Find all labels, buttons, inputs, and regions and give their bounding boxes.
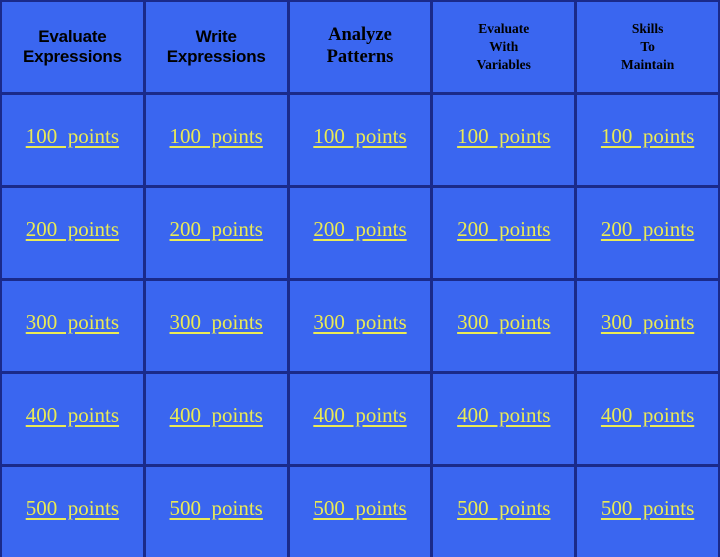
board-cell-c3-r1[interactable]: 100 points [289, 95, 431, 185]
jeopardy-board: Evaluate Expressions Write Expressions A… [0, 0, 720, 557]
point-link[interactable]: 200 points [313, 217, 406, 242]
board-cell-c5-r4[interactable]: 400 points [577, 374, 718, 464]
board-cell-c5-r3[interactable]: 300 points [577, 281, 718, 371]
point-link[interactable]: 200 points [457, 217, 550, 242]
point-link[interactable]: 400 points [601, 403, 694, 428]
category-header-2: Write Expressions [145, 2, 287, 92]
board-cell-c1-r3[interactable]: 300 points [2, 281, 143, 371]
board-cell-c3-r3[interactable]: 300 points [289, 281, 431, 371]
point-link[interactable]: 100 points [601, 124, 694, 149]
board-cell-c2-r3[interactable]: 300 points [145, 281, 287, 371]
board-cell-c1-r1[interactable]: 100 points [2, 95, 143, 185]
point-link[interactable]: 400 points [457, 403, 550, 428]
category-header-label: Skills To Maintain [620, 20, 675, 73]
category-header-5: Skills To Maintain [577, 2, 718, 92]
category-header-label: Evaluate With Variables [476, 20, 531, 73]
category-header-1: Evaluate Expressions [2, 2, 143, 92]
point-link[interactable]: 500 points [313, 496, 406, 521]
point-link[interactable]: 500 points [26, 496, 119, 521]
board-cell-c1-r4[interactable]: 400 points [2, 374, 143, 464]
board-cell-c4-r2[interactable]: 200 points [433, 188, 575, 278]
point-link[interactable]: 400 points [26, 403, 119, 428]
point-link[interactable]: 300 points [313, 310, 406, 335]
point-link[interactable]: 100 points [457, 124, 550, 149]
point-link[interactable]: 100 points [170, 124, 263, 149]
board-cell-c5-r5[interactable]: 500 points [577, 467, 718, 557]
point-link[interactable]: 300 points [26, 310, 119, 335]
point-link[interactable]: 100 points [26, 124, 119, 149]
category-header-4: Evaluate With Variables [433, 2, 575, 92]
board-cell-c3-r2[interactable]: 200 points [289, 188, 431, 278]
point-link[interactable]: 200 points [170, 217, 263, 242]
board-cell-c1-r5[interactable]: 500 points [2, 467, 143, 557]
point-link[interactable]: 100 points [313, 124, 406, 149]
board-cell-c2-r5[interactable]: 500 points [145, 467, 287, 557]
point-link[interactable]: 400 points [313, 403, 406, 428]
board-cell-c3-r5[interactable]: 500 points [289, 467, 431, 557]
point-link[interactable]: 300 points [170, 310, 263, 335]
point-link[interactable]: 300 points [601, 310, 694, 335]
point-link[interactable]: 500 points [170, 496, 263, 521]
board-cell-c3-r4[interactable]: 400 points [289, 374, 431, 464]
point-link[interactable]: 500 points [457, 496, 550, 521]
category-header-3: Analyze Patterns [289, 2, 431, 92]
category-header-label: Write Expressions [166, 26, 266, 66]
category-header-label: Evaluate Expressions [22, 26, 122, 66]
category-header-label: Analyze Patterns [326, 25, 394, 67]
board-cell-c2-r4[interactable]: 400 points [145, 374, 287, 464]
point-link[interactable]: 500 points [601, 496, 694, 521]
board-cell-c2-r2[interactable]: 200 points [145, 188, 287, 278]
board-cell-c5-r1[interactable]: 100 points [577, 95, 718, 185]
point-link[interactable]: 300 points [457, 310, 550, 335]
board-cell-c4-r3[interactable]: 300 points [433, 281, 575, 371]
board-cell-c5-r2[interactable]: 200 points [577, 188, 718, 278]
board-cell-c1-r2[interactable]: 200 points [2, 188, 143, 278]
point-link[interactable]: 200 points [601, 217, 694, 242]
board-cell-c4-r1[interactable]: 100 points [433, 95, 575, 185]
board-cell-c4-r4[interactable]: 400 points [433, 374, 575, 464]
point-link[interactable]: 400 points [170, 403, 263, 428]
board-cell-c4-r5[interactable]: 500 points [433, 467, 575, 557]
point-link[interactable]: 200 points [26, 217, 119, 242]
board-cell-c2-r1[interactable]: 100 points [145, 95, 287, 185]
